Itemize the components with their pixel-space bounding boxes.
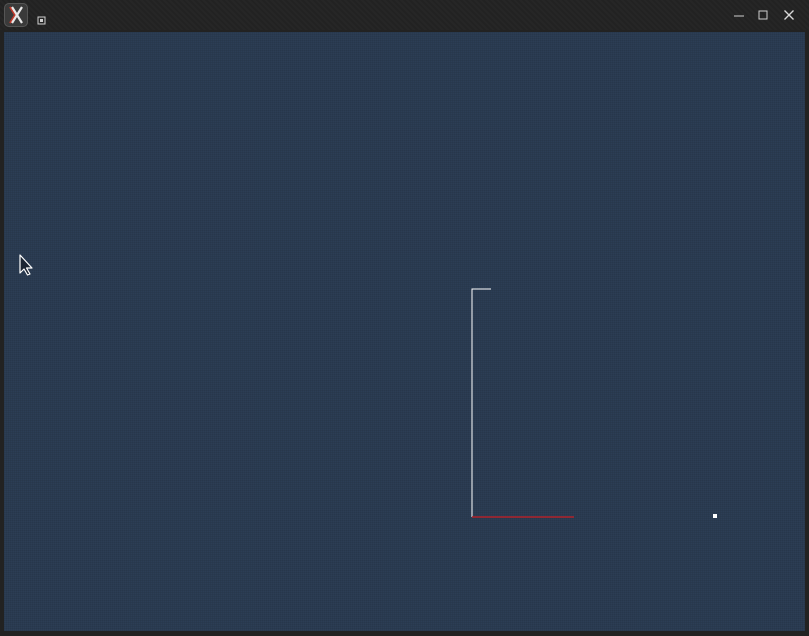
scene-drawing [471,288,717,518]
maximize-button[interactable] [752,4,774,26]
minimize-button[interactable] [728,4,750,26]
close-icon [784,10,794,20]
close-button[interactable] [778,4,800,26]
point-marker [713,514,717,518]
render-canvas[interactable] [4,32,805,631]
title-bar[interactable] [0,0,809,30]
mouse-pointer-icon [19,254,35,280]
minimize-icon [734,15,744,17]
x-app-icon[interactable] [4,3,28,27]
application-window [0,0,809,636]
maximize-icon [758,10,768,20]
vertical-axis-line [471,288,491,517]
window-menu-icon[interactable] [37,10,46,25]
